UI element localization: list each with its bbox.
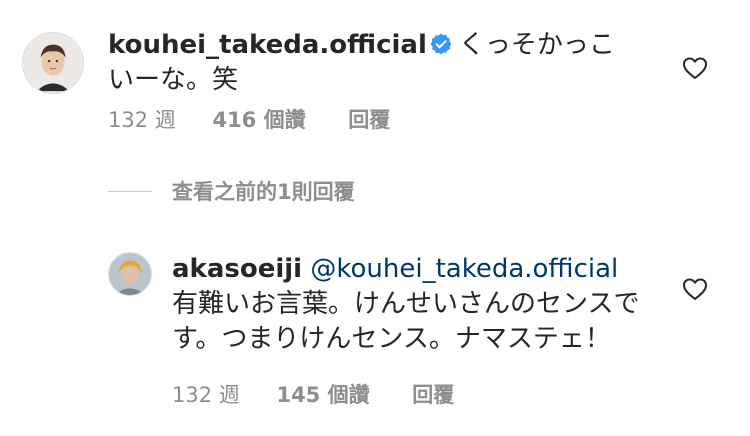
comment-body: 有難いお言葉。けんせいさんのセンスです。つまりけんセンス。ナマステェ！: [172, 289, 640, 354]
comment-text: kouhei_takeda.official くっそかっこいーな。笑: [108, 28, 628, 98]
avatar[interactable]: [22, 32, 84, 94]
avatar[interactable]: [108, 252, 152, 296]
comment-meta: 132 週 145 個讚 回覆: [172, 382, 454, 408]
comment-likes[interactable]: 416 個讚: [212, 107, 305, 133]
reply-button[interactable]: 回覆: [348, 107, 390, 133]
mention-link[interactable]: @kouhei_takeda.official: [310, 254, 618, 284]
view-previous-replies-button[interactable]: 查看之前的1則回覆: [108, 176, 355, 206]
reply-button[interactable]: 回覆: [412, 382, 454, 408]
comment-likes[interactable]: 145 個讚: [276, 382, 369, 408]
comment-username[interactable]: akasoeiji: [172, 254, 302, 284]
comment-item: kouhei_takeda.official くっそかっこいーな。笑 132 週 …: [0, 0, 750, 150]
comment-meta: 132 週 416 個讚 回覆: [108, 107, 390, 133]
comment-timestamp: 132 週: [108, 108, 176, 132]
heart-outline-icon[interactable]: [682, 277, 708, 301]
profile-photo-icon: [23, 33, 83, 93]
heart-outline-icon[interactable]: [682, 56, 708, 80]
view-previous-replies-label: 查看之前的1則回覆: [172, 180, 355, 204]
divider-line: [108, 190, 152, 192]
comment-username[interactable]: kouhei_takeda.official: [108, 30, 427, 60]
reply-item: akasoeiji @kouhei_takeda.official 有難いお言葉…: [0, 230, 750, 430]
profile-photo-icon: [109, 253, 151, 295]
verified-badge-icon: [429, 31, 453, 55]
comment-timestamp: 132 週: [172, 383, 240, 407]
comment-text: akasoeiji @kouhei_takeda.official 有難いお言葉…: [172, 252, 642, 357]
